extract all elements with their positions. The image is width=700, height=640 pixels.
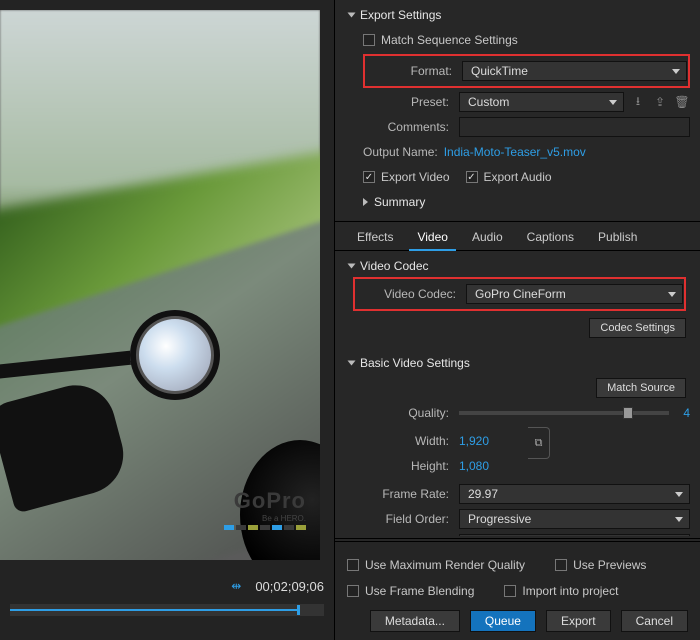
queue-button[interactable]: Queue [470, 610, 536, 632]
export-video-checkbox[interactable]: ✓ [363, 171, 375, 183]
use-max-render-label: Use Maximum Render Quality [365, 558, 525, 572]
export-settings-title: Export Settings [360, 8, 441, 22]
codec-settings-button[interactable]: Codec Settings [589, 318, 686, 338]
fit-icon[interactable]: ⇹ [231, 579, 241, 593]
use-previews-label: Use Previews [573, 558, 646, 572]
format-label: Format: [366, 64, 462, 78]
video-codec-value: GoPro CineForm [475, 287, 566, 301]
aspect-dropdown[interactable]: Square Pixels (1.0) [459, 534, 690, 536]
format-value: QuickTime [471, 64, 528, 78]
comments-input[interactable] [459, 117, 690, 137]
chevron-down-icon [348, 13, 356, 18]
import-preset-icon[interactable]: ⇪ [652, 94, 668, 110]
chevron-right-icon [363, 198, 368, 206]
save-preset-icon[interactable]: ⭳ [630, 94, 646, 110]
import-project-label: Import into project [522, 584, 618, 598]
output-name-link[interactable]: India-Moto-Teaser_v5.mov [444, 145, 586, 159]
match-sequence-checkbox[interactable] [363, 34, 375, 46]
match-source-button[interactable]: Match Source [596, 378, 686, 398]
video-codec-dropdown[interactable]: GoPro CineForm [466, 284, 683, 304]
video-codec-header[interactable]: Video Codec [349, 255, 690, 277]
link-dimensions-toggle[interactable]: ⧉ [528, 427, 550, 459]
output-name-label: Output Name: [363, 145, 444, 159]
tab-captions[interactable]: Captions [515, 224, 586, 250]
preview-scene [0, 10, 320, 560]
framerate-label: Frame Rate: [349, 487, 459, 501]
tab-publish[interactable]: Publish [586, 224, 649, 250]
timecode[interactable]: 00;02;09;06 [255, 579, 324, 594]
fieldorder-dropdown[interactable]: Progressive [459, 509, 690, 529]
height-value[interactable]: 1,080 [459, 459, 489, 473]
video-codec-section: Video Codec Video Codec: GoPro CineForm [335, 251, 700, 348]
width-value[interactable]: 1,920 [459, 434, 489, 448]
export-audio-checkbox[interactable]: ✓ [466, 171, 478, 183]
chevron-down-icon [675, 517, 683, 522]
metadata-button[interactable]: Metadata... [370, 610, 460, 632]
preset-value: Custom [468, 95, 509, 109]
basic-video-title: Basic Video Settings [360, 356, 470, 370]
chevron-down-icon [675, 492, 683, 497]
summary-header[interactable]: Summary [349, 191, 690, 213]
basic-video-header[interactable]: Basic Video Settings [349, 352, 690, 374]
framerate-dropdown[interactable]: 29.97 [459, 484, 690, 504]
format-dropdown[interactable]: QuickTime [462, 61, 687, 81]
footer: Use Maximum Render Quality Use Previews … [335, 541, 700, 640]
tab-video[interactable]: Video [405, 224, 459, 250]
basic-video-section: Basic Video Settings Match Source Qualit… [335, 348, 700, 536]
export-settings-section: Export Settings Match Sequence Settings … [335, 0, 700, 219]
use-previews-checkbox[interactable] [555, 559, 567, 571]
export-audio-label: Export Audio [484, 170, 552, 184]
chevron-down-icon [348, 361, 356, 366]
link-icon: ⧉ [535, 437, 543, 450]
import-project-checkbox[interactable] [504, 585, 516, 597]
use-max-render-checkbox[interactable] [347, 559, 359, 571]
video-codec-title: Video Codec [360, 259, 429, 273]
comments-label: Comments: [363, 120, 459, 134]
timeline-scrubber[interactable] [10, 604, 324, 616]
tab-audio[interactable]: Audio [460, 224, 515, 250]
preview-pane: GoPro Be a HERO. ⇹ 00;02;09;06 [0, 0, 335, 640]
tab-effects[interactable]: Effects [345, 224, 405, 250]
settings-pane: Export Settings Match Sequence Settings … [335, 0, 700, 640]
gopro-watermark: GoPro Be a HERO. [224, 488, 306, 530]
export-video-label: Export Video [381, 170, 450, 184]
timeline: ⇹ 00;02;09;06 [0, 570, 334, 640]
export-settings-header[interactable]: Export Settings [349, 4, 690, 26]
delete-preset-icon[interactable]: 🗑 [674, 94, 690, 110]
quality-label: Quality: [349, 406, 459, 420]
use-frame-blending-label: Use Frame Blending [365, 584, 474, 598]
settings-tabs: EffectsVideoAudioCaptionsPublish [335, 224, 700, 251]
quality-slider[interactable] [459, 411, 669, 415]
fieldorder-label: Field Order: [349, 512, 459, 526]
cancel-button[interactable]: Cancel [621, 610, 688, 632]
fieldorder-value: Progressive [468, 512, 531, 526]
summary-label: Summary [374, 195, 425, 209]
use-frame-blending-checkbox[interactable] [347, 585, 359, 597]
match-sequence-label: Match Sequence Settings [381, 33, 518, 47]
video-preview[interactable]: GoPro Be a HERO. [0, 10, 320, 560]
width-label: Width: [349, 434, 459, 448]
chevron-down-icon [609, 100, 617, 105]
preset-label: Preset: [363, 95, 459, 109]
quality-value[interactable]: 4 [683, 406, 690, 420]
video-codec-label: Video Codec: [356, 287, 466, 301]
chevron-down-icon [348, 264, 356, 269]
chevron-down-icon [668, 292, 676, 297]
export-button[interactable]: Export [546, 610, 611, 632]
preset-dropdown[interactable]: Custom [459, 92, 624, 112]
chevron-down-icon [672, 69, 680, 74]
framerate-value: 29.97 [468, 487, 498, 501]
height-label: Height: [349, 459, 459, 473]
